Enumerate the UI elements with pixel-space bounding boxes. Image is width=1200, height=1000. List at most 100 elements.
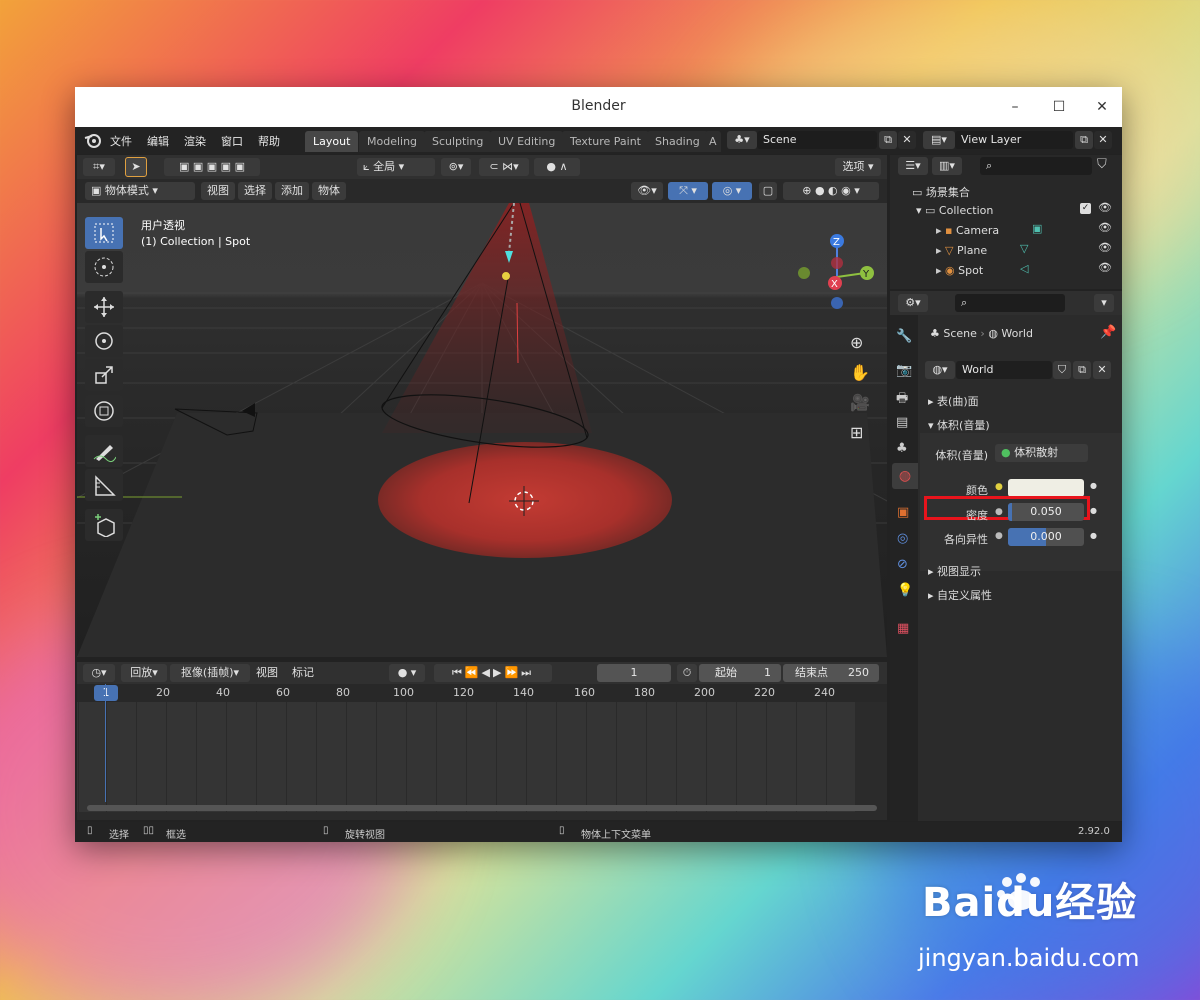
tab-uv-editing[interactable]: UV Editing <box>490 131 564 152</box>
mode-dropdown[interactable]: ▣ 物体模式 ▾ <box>85 182 195 200</box>
density-keyframe-icon[interactable]: ● <box>1090 506 1097 515</box>
viewlayer-selector-icon[interactable]: ▤▾ <box>923 131 955 149</box>
physics-tab-icon[interactable]: ◎ <box>897 531 908 546</box>
pan-hand-icon[interactable]: ✋ <box>850 363 870 382</box>
anisotropy-socket-icon[interactable]: ● <box>995 531 1003 541</box>
end-frame-field[interactable]: 结束点 250 <box>783 664 879 682</box>
scale-tool[interactable] <box>85 359 123 391</box>
menu-keying[interactable]: 抠像(插帧)▾ <box>170 664 250 682</box>
stopwatch-icon[interactable]: ⏱ <box>677 664 697 682</box>
blender-logo-icon[interactable] <box>84 132 102 148</box>
density-slider[interactable]: 0.050 <box>1008 503 1084 521</box>
zoom-icon[interactable]: ⊕ <box>850 333 863 352</box>
outliner-item-plane[interactable]: ▸ ▽ Plane ▽ 👁 <box>936 241 1116 262</box>
delete-scene-icon[interactable]: ✕ <box>898 131 916 149</box>
menu-object[interactable]: 物体 <box>312 182 346 200</box>
properties-search[interactable]: ⌕ <box>955 294 1065 312</box>
section-surface[interactable]: ▸ 表(曲)面 <box>928 393 1118 409</box>
options-dropdown[interactable]: 选项 ▾ <box>835 158 881 176</box>
editor-type-icon[interactable]: ⌗▾ <box>83 158 115 176</box>
anisotropy-keyframe-icon[interactable]: ● <box>1090 531 1097 540</box>
snap-icon[interactable]: ⊂ ⋈▾ <box>479 158 529 176</box>
density-socket-icon[interactable]: ● <box>995 507 1003 517</box>
tab-sculpting[interactable]: Sculpting <box>424 131 492 152</box>
world-name-field[interactable]: World <box>956 361 1052 379</box>
tab-texture-paint[interactable]: Texture Paint <box>562 131 649 152</box>
menu-help[interactable]: 帮助 <box>258 133 280 149</box>
texture-tab-icon[interactable]: ▦ <box>897 621 909 636</box>
select-box-tool[interactable] <box>85 217 123 249</box>
shading-modes-icon[interactable]: ⊕ ● ◐ ◉ ▾ <box>783 182 879 200</box>
close-icon[interactable]: ✕ <box>1092 97 1112 117</box>
color-keyframe-icon[interactable]: ● <box>1090 481 1097 490</box>
timeline-menu-marker[interactable]: 标记 <box>287 664 319 682</box>
cursor-tool[interactable] <box>85 251 123 283</box>
camera-view-icon[interactable]: 🎥 <box>850 393 870 412</box>
scene-field[interactable]: Scene <box>757 131 877 149</box>
outliner-item-spot[interactable]: ▸ ◉ Spot ◁ 👁 <box>936 261 1116 282</box>
tab-shading[interactable]: Shading <box>647 131 708 152</box>
collection-eye-icon[interactable]: 👁 <box>1098 201 1112 214</box>
frame-ruler[interactable]: 1 20 40 60 80 100 120 140 160 180 200 22… <box>77 684 887 702</box>
menu-select[interactable]: 选择 <box>238 182 272 200</box>
delete-viewlayer-icon[interactable]: ✕ <box>1094 131 1112 149</box>
unlink-world-icon[interactable]: ✕ <box>1093 361 1111 379</box>
tab-animation[interactable]: A <box>705 131 721 152</box>
move-tool[interactable] <box>85 291 123 323</box>
section-custom-props[interactable]: ▸ 自定义属性 <box>928 587 1118 603</box>
scene-selector-icon[interactable]: ♣▾ <box>727 131 757 149</box>
plane-eye-icon[interactable]: 👁 <box>1098 241 1112 254</box>
mesh-data-icon[interactable]: ▽ <box>1020 242 1028 255</box>
object-tab-icon[interactable]: ▣ <box>897 505 909 520</box>
light-data-icon[interactable]: ◁ <box>1020 262 1028 275</box>
world-tab-icon[interactable]: ◍ <box>892 463 918 489</box>
timeline-type-icon[interactable]: ◷▾ <box>83 664 115 682</box>
add-cube-tool[interactable] <box>85 509 123 541</box>
pivot-icon[interactable]: ⊚▾ <box>441 158 471 176</box>
section-volume[interactable]: ▾ 体积(音量) <box>928 417 1118 433</box>
playback-controls-icon[interactable]: ⏮⏪◀▶⏩⏭ <box>434 664 552 682</box>
menu-edit[interactable]: 编辑 <box>147 133 169 149</box>
rotate-tool[interactable] <box>85 325 123 357</box>
record-icon[interactable]: ● ▾ <box>389 664 425 682</box>
camera-data-icon[interactable]: ▣ <box>1032 222 1042 235</box>
start-frame-field[interactable]: 起始 1 <box>699 664 781 682</box>
duplicate-world-icon[interactable]: ⧉ <box>1073 361 1091 379</box>
color-swatch[interactable] <box>1008 479 1084 497</box>
fake-user-icon[interactable]: ⛉ <box>1053 361 1071 379</box>
viewlayer-tab-icon[interactable]: ▤ <box>896 415 908 430</box>
scene-tab-icon[interactable]: ♣ <box>896 441 908 456</box>
spot-eye-icon[interactable]: 👁 <box>1098 261 1112 274</box>
overlay-toggle-icon[interactable]: ◎ ▾ <box>712 182 752 200</box>
viewlayer-field[interactable]: View Layer <box>955 131 1073 149</box>
menu-playback[interactable]: 回放▾ <box>121 664 167 682</box>
ortho-grid-icon[interactable]: ⊞ <box>850 423 863 442</box>
transform-tool[interactable] <box>85 395 123 427</box>
tool-tab-icon[interactable]: 🔧 <box>896 329 912 344</box>
anisotropy-slider[interactable]: 0.000 <box>1008 528 1084 546</box>
select-tool-icon[interactable]: ➤ <box>125 157 147 177</box>
timeline-scrollbar[interactable] <box>87 805 877 811</box>
3d-viewport[interactable]: 用户透视 (1) Collection | Spot Z Y X ⊕ ✋ 🎥 ⊞ <box>77 203 887 657</box>
camera-eye-icon[interactable]: 👁 <box>1098 221 1112 234</box>
pin-icon[interactable]: 📌 <box>1100 325 1116 340</box>
menu-add[interactable]: 添加 <box>275 182 309 200</box>
measure-tool[interactable] <box>85 469 123 501</box>
tab-modeling[interactable]: Modeling <box>359 131 426 152</box>
menu-file[interactable]: 文件 <box>110 133 132 149</box>
outliner-search[interactable]: ⌕ <box>980 157 1092 175</box>
current-frame-field[interactable]: 1 <box>597 664 671 682</box>
outliner-type-icon[interactable]: ☰▾ <box>898 157 928 175</box>
render-tab-icon[interactable]: 📷 <box>896 363 912 378</box>
xray-icon[interactable]: ▢ <box>759 182 777 200</box>
properties-options-icon[interactable]: ▾ <box>1094 294 1114 312</box>
section-viewport-display[interactable]: ▸ 视图显示 <box>928 563 1118 579</box>
constraints-tab-icon[interactable]: ⊘ <box>897 557 908 572</box>
select-mode-icons[interactable]: ▣ ▣ ▣ ▣ ▣ <box>164 158 260 176</box>
menu-render[interactable]: 渲染 <box>184 133 206 149</box>
tab-layout[interactable]: Layout <box>305 131 359 152</box>
playhead-marker[interactable]: 1 <box>94 685 118 701</box>
properties-type-icon[interactable]: ⚙▾ <box>898 294 928 312</box>
light-tab-icon[interactable]: 💡 <box>897 583 913 598</box>
timeline-menu-view[interactable]: 视图 <box>251 664 283 682</box>
